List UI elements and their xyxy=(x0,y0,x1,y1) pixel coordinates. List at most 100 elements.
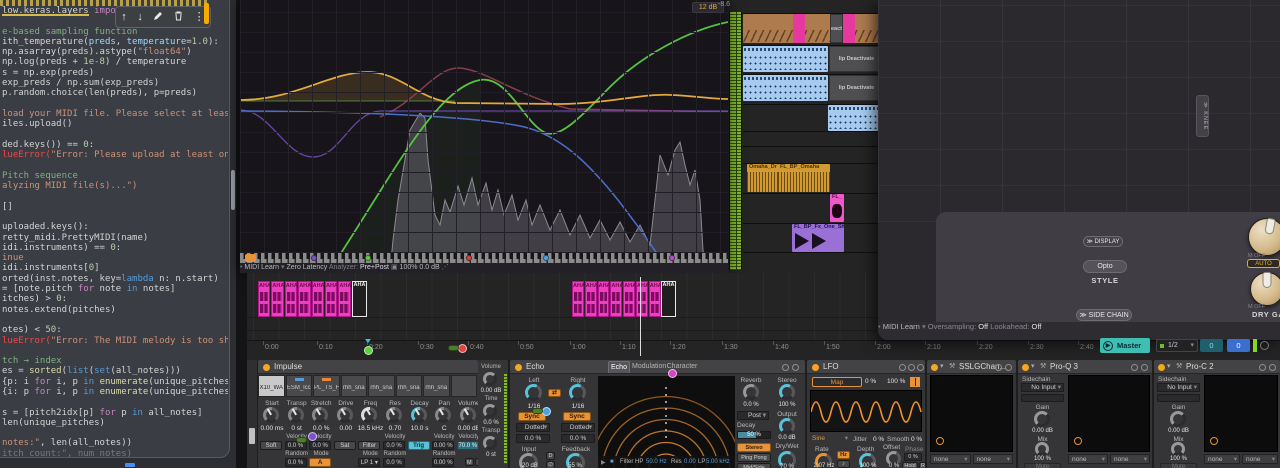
aha-clip[interactable]: AHA xyxy=(649,281,661,317)
wrench-icon[interactable]: ⚒ xyxy=(1040,362,1046,370)
gain-knob[interactable] xyxy=(1034,411,1050,427)
editor-scrollbar[interactable] xyxy=(231,170,235,210)
master-numbox-1[interactable]: 0 xyxy=(1200,339,1223,352)
device-proq3[interactable]: ▾⚒Pro-Q 3SidechainNo Input▾Gain0.00 dBMi… xyxy=(1018,360,1152,468)
aha-clip[interactable]: AHA xyxy=(258,281,270,317)
icon-circle[interactable] xyxy=(1269,364,1276,371)
device-sslgchan[interactable]: ▾⚒SSLGChan...none▾none▾ xyxy=(927,360,1016,468)
sidechain-toggle[interactable]: ≫ SIDE CHAIN xyxy=(1076,309,1132,321)
lfo-jitter-value[interactable]: 0 % xyxy=(873,436,884,443)
impulse-value-box[interactable]: 0.0 % xyxy=(285,458,307,467)
impulse-value-box[interactable]: 70.0 % xyxy=(457,441,478,450)
echo-right-value[interactable]: 1/16 xyxy=(566,403,590,410)
audio-clip[interactable]: FL_ xyxy=(830,194,844,222)
impulse-slot[interactable]: X10_WA xyxy=(258,375,285,397)
aha-clip-selected[interactable]: AHA xyxy=(352,281,367,317)
impulse-knob[interactable] xyxy=(460,407,476,423)
lfo-shape-dropdown[interactable]: Sine▾ xyxy=(812,435,848,444)
device-led[interactable] xyxy=(263,364,270,371)
device-led[interactable] xyxy=(1022,364,1029,371)
echo-right-time-knob[interactable] xyxy=(569,384,586,401)
impulse-slot[interactable]: ESM_lcc xyxy=(286,375,313,397)
play-icon[interactable]: ▶ xyxy=(1103,341,1113,351)
device-proc2[interactable]: ▾⚒Pro-C 2SidechainNo Input▾Gain0.00 dBMi… xyxy=(1154,360,1280,468)
piano-band-dot[interactable] xyxy=(543,255,549,261)
dry-gain-knob[interactable] xyxy=(1250,272,1280,306)
deactivated-clip[interactable]: lip Deactivate xyxy=(829,46,884,72)
eq-band-handle[interactable] xyxy=(542,407,551,416)
echo-link-button[interactable]: ⇄ xyxy=(548,389,561,397)
style-selector[interactable]: Opto xyxy=(1083,260,1127,273)
auto-gain-badge[interactable]: AUTO GAIN xyxy=(1247,259,1280,268)
piano-band-dot[interactable] xyxy=(365,255,371,261)
impulse-value-box[interactable]: 0.0 % xyxy=(383,458,405,467)
icon-circle[interactable] xyxy=(1259,364,1266,371)
echo-drywet-value[interactable]: 70 % xyxy=(774,464,800,468)
echo-offset-box[interactable]: 0.0 % xyxy=(516,434,550,443)
chevron-down-icon[interactable]: ▾ xyxy=(1167,362,1171,370)
impulse-param-value[interactable]: 0.00 dB xyxy=(455,425,478,432)
piano-band-dot[interactable] xyxy=(466,255,472,261)
sidechain-input-dropdown[interactable]: No Input▾ xyxy=(1021,383,1064,392)
midi-clip[interactable] xyxy=(743,75,828,101)
chevron-down-icon[interactable]: ▾ xyxy=(922,322,926,331)
impulse-slot[interactable]: rhh_sna xyxy=(396,375,423,397)
code-area[interactable]: low.keras.layers import Ee-based samplin… xyxy=(2,6,228,458)
icon-circle[interactable] xyxy=(1141,364,1148,371)
vst-plugin-placeholder[interactable] xyxy=(1068,375,1150,452)
impulse-knob[interactable] xyxy=(337,407,353,423)
impulse-global-knob[interactable] xyxy=(483,404,497,418)
impulse-knob[interactable] xyxy=(411,407,427,423)
move-down-icon[interactable]: ↓ xyxy=(137,12,143,23)
eq-band-handle[interactable] xyxy=(668,369,677,378)
impulse-slot[interactable]: PL_TS_F xyxy=(313,375,340,397)
device-led[interactable] xyxy=(812,364,819,371)
lfo-min-value[interactable]: 0 % xyxy=(865,378,876,385)
mix-value[interactable]: 100 % xyxy=(1156,456,1201,462)
piano-band-dot[interactable] xyxy=(669,255,675,261)
routing-dropdown[interactable]: none▾ xyxy=(1242,454,1278,464)
impulse-value-box[interactable]: 0.0 % xyxy=(383,441,405,450)
lfo-hold-button[interactable]: Hold xyxy=(902,462,918,468)
impulse-global-knob[interactable] xyxy=(483,436,497,450)
echo-feedback-value[interactable]: 55 % xyxy=(560,463,590,468)
move-up-icon[interactable]: ↑ xyxy=(121,12,127,23)
grid-icon[interactable] xyxy=(910,377,920,387)
aha-clip[interactable]: AHA xyxy=(585,281,597,317)
icon-circle[interactable] xyxy=(792,364,799,371)
gain-value[interactable]: 0.00 dB xyxy=(1020,428,1065,434)
piano-band-dot[interactable] xyxy=(311,255,317,261)
impulse-button[interactable]: Trig xyxy=(408,441,430,450)
echo-output-knob[interactable] xyxy=(779,418,795,434)
audio-clip[interactable]: FL_BP_Fx_One_Sh xyxy=(792,224,844,252)
lfo-smooth-value[interactable]: 0 % xyxy=(911,436,922,443)
device-led[interactable] xyxy=(931,364,938,371)
aha-clip[interactable]: AHA xyxy=(298,281,310,317)
lfo-depth-value[interactable]: 100 % xyxy=(853,463,883,468)
vst-plugin-placeholder[interactable] xyxy=(1204,375,1278,452)
hp-freq-value[interactable]: 50.0 Hz xyxy=(646,459,667,465)
filter-toggle[interactable]: ■ xyxy=(610,459,614,465)
mix-knob[interactable] xyxy=(1171,442,1185,456)
lfo-max-value[interactable]: 100 % xyxy=(887,378,905,385)
impulse-slot[interactable]: rhh_sna xyxy=(423,375,450,397)
icon-circle[interactable] xyxy=(899,364,906,371)
echo-left-time-knob[interactable] xyxy=(525,384,542,401)
audio-clip[interactable] xyxy=(743,14,880,43)
aha-clip[interactable]: AHA xyxy=(325,281,337,317)
routing-dropdown[interactable]: none▾ xyxy=(1110,454,1150,464)
knee-tab[interactable]: ≫ KNEE xyxy=(1196,95,1209,137)
lookahead-value[interactable]: Off xyxy=(1032,322,1042,331)
proc2-midi-learn[interactable]: MIDI Learn xyxy=(883,322,920,331)
impulse-slot[interactable]: rhh_sna xyxy=(368,375,395,397)
play-icon[interactable]: ▶ xyxy=(601,459,606,466)
echo-decay-slider[interactable]: 50 % xyxy=(737,431,771,439)
icon-circle[interactable] xyxy=(782,364,789,371)
impulse-value-box[interactable]: 0.00 % xyxy=(432,441,454,450)
trash-icon[interactable] xyxy=(174,11,183,24)
midi-clip[interactable] xyxy=(828,105,884,131)
aha-clip[interactable]: AHA xyxy=(623,281,635,317)
chevron-down-icon[interactable]: ▾ xyxy=(1031,362,1035,370)
mix-value[interactable]: 100 % xyxy=(1020,456,1065,462)
midi-clip[interactable] xyxy=(743,46,828,72)
